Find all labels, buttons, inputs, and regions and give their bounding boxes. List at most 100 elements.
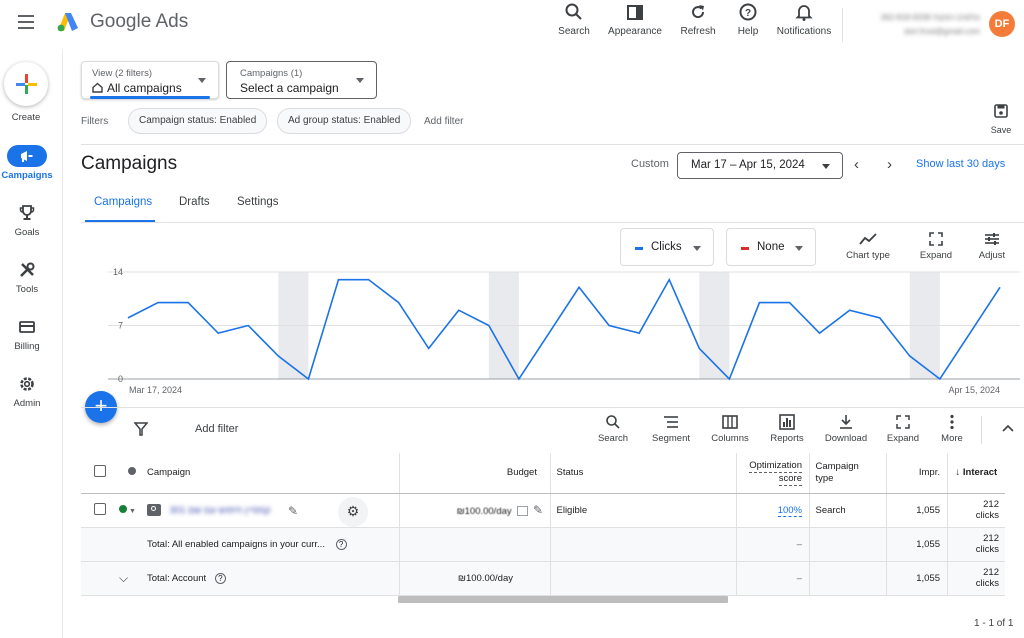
tools-icon bbox=[20, 262, 35, 277]
metric1-label: Clicks bbox=[651, 241, 682, 253]
budget-chart-icon[interactable] bbox=[517, 506, 529, 517]
view-dropdown-value: All campaigns bbox=[107, 81, 182, 95]
search-campaign-icon bbox=[147, 504, 161, 516]
tab-drafts[interactable]: Drafts bbox=[179, 196, 210, 208]
more-button[interactable]: More bbox=[927, 414, 977, 444]
date-range-dropdown[interactable]: Mar 17 – Apr 15, 2024 bbox=[677, 152, 843, 179]
header-campaign[interactable]: Campaign bbox=[145, 453, 398, 494]
left-nav: Create Campaigns Goals Tools Billing Adm… bbox=[0, 50, 64, 638]
tab-settings[interactable]: Settings bbox=[237, 196, 279, 208]
view-dropdown[interactable]: View (2 filters) All campaigns bbox=[81, 61, 219, 99]
nav-campaigns-label: Campaigns bbox=[1, 170, 53, 181]
opt-header-line2: score bbox=[778, 472, 802, 486]
google-ads-logo bbox=[57, 13, 78, 32]
header-campaign-type[interactable]: Campaign type bbox=[809, 453, 885, 494]
x-end-label: Apr 15, 2024 bbox=[948, 385, 1000, 395]
total-enabled-impressions: 1,055 bbox=[886, 527, 946, 562]
enabled-status-dot[interactable] bbox=[119, 504, 127, 513]
help-icon: ? bbox=[739, 3, 757, 21]
nav-tools[interactable]: Tools bbox=[0, 259, 54, 295]
date-prev-icon[interactable]: ‹ bbox=[854, 156, 859, 173]
row-checkbox[interactable] bbox=[94, 502, 106, 515]
row-status: Eligible bbox=[550, 493, 735, 528]
line-chart-icon bbox=[859, 233, 877, 245]
campaign-picker[interactable]: Campaigns (1) Select a campaign bbox=[226, 61, 377, 99]
table-row[interactable]: ▼ 301 קמפיין חיפוש עם שם ✎ ⚙ ₪100.00/day… bbox=[81, 493, 1005, 528]
header-interactions[interactable]: ↓ Interact bbox=[947, 453, 1005, 494]
nav-goals[interactable]: Goals bbox=[0, 202, 54, 238]
total-enabled-opt: – bbox=[736, 527, 808, 562]
nav-admin-pill bbox=[7, 373, 47, 395]
add-filter-link[interactable]: Add filter bbox=[424, 116, 463, 127]
campaign-picker-caret-icon bbox=[356, 78, 364, 83]
expand-icon bbox=[929, 232, 943, 246]
columns-label: Columns bbox=[711, 433, 749, 444]
header-impressions[interactable]: Impr. bbox=[886, 453, 946, 494]
metric1-dropdown[interactable]: Clicks bbox=[620, 228, 714, 266]
status-dropdown-icon[interactable]: ▼ bbox=[129, 508, 136, 515]
nav-campaigns[interactable]: Campaigns bbox=[0, 145, 54, 181]
tabs-divider bbox=[81, 222, 1024, 223]
megaphone-icon bbox=[21, 151, 33, 162]
select-all-checkbox[interactable] bbox=[94, 465, 106, 478]
total-account-help-icon[interactable]: ? bbox=[214, 572, 226, 584]
table-search-button[interactable]: Search bbox=[588, 414, 638, 444]
filter-chip-adgroup-status[interactable]: Ad group status: Enabled bbox=[277, 108, 412, 134]
download-label: Download bbox=[824, 433, 868, 444]
collapse-chevron-up-icon[interactable] bbox=[1002, 424, 1014, 432]
nav-billing-label: Billing bbox=[14, 341, 40, 352]
chart-type-button[interactable]: Chart type bbox=[840, 232, 896, 261]
account-email: dori.frost@gmail.com bbox=[904, 27, 980, 36]
card-icon bbox=[19, 321, 35, 333]
menu-icon[interactable] bbox=[18, 15, 34, 29]
create-label-wrap: Create bbox=[0, 109, 52, 123]
appearance-button[interactable]: Appearance bbox=[599, 2, 671, 37]
table-add-filter[interactable]: Add filter bbox=[195, 423, 238, 435]
table-expand-button[interactable]: Expand bbox=[878, 414, 928, 444]
campaign-settings-gear-icon[interactable]: ⚙ bbox=[338, 496, 368, 526]
columns-icon bbox=[722, 415, 738, 429]
filters-divider bbox=[81, 144, 1024, 145]
segment-button[interactable]: Segment bbox=[646, 414, 696, 444]
save-button[interactable]: Save bbox=[986, 104, 1016, 135]
nav-goals-label: Goals bbox=[14, 227, 40, 238]
interactions-header-text: Interact bbox=[962, 467, 998, 479]
reports-button[interactable]: Reports bbox=[762, 414, 812, 444]
horizontal-scrollbar[interactable] bbox=[398, 596, 728, 603]
total-enabled-help-icon[interactable]: ? bbox=[335, 538, 347, 550]
svg-text:?: ? bbox=[745, 8, 751, 19]
nav-admin[interactable]: Admin bbox=[0, 373, 54, 409]
budget-edit-icon[interactable]: ✎ bbox=[533, 503, 543, 517]
chart-expand-button[interactable]: Expand bbox=[908, 232, 964, 261]
date-range-value: Mar 17 – Apr 15, 2024 bbox=[691, 159, 805, 171]
table-toolbar: Add filter Search Segment Columns Report… bbox=[81, 408, 1024, 452]
top-bar: Google Ads Search Appearance Refresh ? H… bbox=[0, 0, 1024, 50]
header-budget[interactable]: Budget bbox=[399, 453, 549, 494]
campaign-name-link[interactable]: 301 קמפיין חיפוש עם שם bbox=[170, 505, 271, 516]
create-button[interactable] bbox=[4, 62, 48, 106]
avatar[interactable]: DF bbox=[989, 11, 1015, 37]
nav-billing[interactable]: Billing bbox=[0, 316, 54, 352]
download-button[interactable]: Download bbox=[821, 414, 871, 444]
notifications-button[interactable]: Notifications bbox=[768, 2, 840, 37]
metric2-dropdown[interactable]: None bbox=[726, 228, 816, 266]
chart-type-label: Chart type bbox=[846, 250, 890, 261]
columns-button[interactable]: Columns bbox=[705, 414, 755, 444]
view-dropdown-caption: View (2 filters) bbox=[92, 68, 153, 79]
total-enabled-label: Total: All enabled campaigns in your cur… bbox=[147, 538, 325, 550]
tab-campaigns[interactable]: Campaigns bbox=[94, 196, 152, 208]
expand-chevron-down-icon[interactable]: ⌵ bbox=[119, 571, 128, 585]
header-status[interactable]: Status bbox=[550, 453, 735, 494]
chart-adjust-button[interactable]: Adjust bbox=[964, 232, 1020, 261]
table-expand-label: Expand bbox=[886, 433, 920, 444]
filter-chip-campaign-status[interactable]: Campaign status: Enabled bbox=[128, 108, 268, 134]
header-optimization-score[interactable]: Optimization score bbox=[736, 453, 808, 494]
table-search-label: Search bbox=[597, 433, 629, 444]
filter-icon[interactable] bbox=[134, 422, 148, 436]
row-optimization-score[interactable]: 100% bbox=[777, 504, 802, 517]
account-info[interactable]: 362-818-9339 גולשים הפקות dori.frost@gma… bbox=[858, 11, 980, 39]
view-caret-icon bbox=[198, 78, 206, 83]
edit-pencil-icon[interactable]: ✎ bbox=[288, 504, 298, 518]
date-next-icon[interactable]: › bbox=[887, 156, 892, 173]
show-last-30-link[interactable]: Show last 30 days bbox=[916, 158, 1005, 170]
